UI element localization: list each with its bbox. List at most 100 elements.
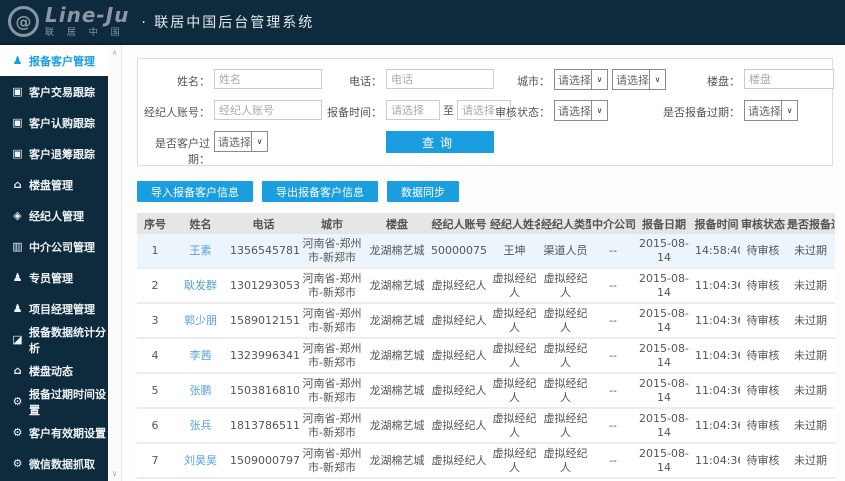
table-cell: 未过期	[786, 234, 835, 269]
table-cell: --	[591, 303, 635, 339]
sidebar-item-agent-mgmt[interactable]: ◈ 经纪人管理	[0, 200, 108, 231]
export-customers-button[interactable]: 导出报备客户信息	[262, 181, 378, 202]
customer-name-link[interactable]: 耿发群	[173, 268, 228, 304]
at-icon: @	[8, 6, 39, 37]
sidebar-item-label: 报备客户管理	[29, 54, 95, 68]
table-row[interactable]: 2耿发群13012930531河南省-郑州市-新郑市龙湖棉艺城虚拟经纪人虚拟经纪…	[137, 268, 835, 304]
customer-expired-value: 请选择	[218, 135, 251, 149]
table-cell: 2015-08-14	[635, 234, 693, 269]
sidebar: ♟ 报备客户管理 ▣ 客户交易跟踪 ▣ 客户认购跟踪 ▣ 客户退筹跟踪 ⌂ 楼盘管理 ◈ 经纪人管理 ▥…	[0, 45, 108, 481]
city-province-select[interactable]: 请选择 ∨	[554, 69, 608, 90]
sidebar-item-report-customer-mgmt[interactable]: ♟ 报备客户管理	[0, 45, 108, 76]
name-label: 姓名：	[177, 75, 210, 88]
table-cell: 2015-08-14	[635, 408, 693, 444]
stack-icon: ▣	[12, 85, 23, 98]
column-header: 电话	[228, 213, 299, 234]
table-body: 1王素13565457812河南省-郑州市-新郑市龙湖棉艺城50000075王坤…	[137, 234, 835, 481]
sidebar-item-property-mgmt[interactable]: ⌂ 楼盘管理	[0, 169, 108, 200]
table-cell: 龙湖棉艺城	[365, 338, 429, 374]
table-row[interactable]: 1王素13565457812河南省-郑州市-新郑市龙湖棉艺城50000075王坤…	[137, 234, 835, 269]
sidebar-item-label: 微信数据抓取	[29, 457, 95, 471]
property-input[interactable]	[744, 69, 834, 89]
table-cell: 虚拟经纪人	[489, 338, 540, 374]
customer-expired-select[interactable]: 请选择 ∨	[214, 131, 268, 152]
sidebar-item-label: 经纪人管理	[29, 209, 84, 223]
query-button[interactable]: 查询	[386, 131, 494, 153]
scroll-up-icon[interactable]: ∧	[112, 48, 118, 57]
sidebar-item-customer-refund-track[interactable]: ▣ 客户退筹跟踪	[0, 138, 108, 169]
table-row[interactable]: 7刘昊昊15090007970河南省-郑州市-新郑市龙湖棉艺城虚拟经纪人虚拟经纪…	[137, 443, 835, 479]
audit-status-select[interactable]: 请选择 ∨	[554, 100, 608, 121]
sidebar-item-label: 项目经理管理	[29, 302, 95, 316]
table-cell: 11:04:36	[693, 443, 740, 479]
phone-input[interactable]	[386, 69, 494, 89]
customer-name-link[interactable]: 李茜	[173, 338, 228, 374]
table-cell: 13012930531	[228, 268, 299, 304]
table-cell: 11:04:36	[693, 373, 740, 409]
table-row[interactable]: 4李茜13239963414河南省-郑州市-新郑市龙湖棉艺城虚拟经纪人虚拟经纪人…	[137, 338, 835, 374]
report-expired-value: 请选择	[748, 104, 781, 118]
report-time-label: 报备时间：	[327, 106, 382, 119]
sidebar-item-label: 专员管理	[29, 271, 73, 285]
sidebar-item-agency-mgmt[interactable]: ▥ 中介公司管理	[0, 231, 108, 262]
sidebar-scrollbar[interactable]: ∧ ∨	[108, 45, 122, 481]
import-customers-button[interactable]: 导入报备客户信息	[137, 181, 253, 202]
table-cell: 2015-08-14	[635, 268, 693, 304]
table-cell: 王坤	[489, 234, 540, 269]
column-header: 中介公司	[591, 213, 635, 234]
sidebar-item-report-data-analysis[interactable]: ◪ 报备数据统计分析	[0, 324, 108, 355]
sidebar-item-wechat-data-capture[interactable]: ⚙ 微信数据抓取	[0, 448, 108, 479]
table-cell: 虚拟经纪人	[489, 268, 540, 304]
table-cell: 11:04:36	[693, 408, 740, 444]
column-header: 是否报备过期	[786, 213, 835, 234]
sidebar-item-label: 楼盘管理	[29, 178, 73, 192]
gear-icon: ⚙	[12, 395, 23, 408]
table-cell: 4	[137, 338, 173, 374]
customer-name-link[interactable]: 张兵	[173, 408, 228, 444]
table-row[interactable]: 6张兵18137865115河南省-郑州市-新郑市龙湖棉艺城虚拟经纪人虚拟经纪人…	[137, 408, 835, 444]
chevron-down-icon: ∨	[251, 132, 267, 151]
sidebar-item-property-news[interactable]: ⌂ 楼盘动态	[0, 355, 108, 386]
building-icon: ⌂	[13, 364, 22, 377]
sidebar-item-label: 客户有效期设置	[29, 426, 106, 440]
filter-row-3: 是否客户过期： 请选择 ∨ 查询	[138, 131, 832, 166]
table-row[interactable]: 3郭少朋15890121510河南省-郑州市-新郑市龙湖棉艺城虚拟经纪人虚拟经纪…	[137, 303, 835, 339]
office-icon: ▥	[12, 240, 23, 253]
customer-name-link[interactable]: 刘昊昊	[173, 443, 228, 479]
sidebar-item-specialist-mgmt[interactable]: ♟ 专员管理	[0, 262, 108, 293]
table-row[interactable]: 5张鹏15038168105河南省-郑州市-新郑市龙湖棉艺城虚拟经纪人虚拟经纪人…	[137, 373, 835, 409]
customer-name-link[interactable]: 王素	[173, 234, 228, 269]
table-cell: 11:04:36	[693, 338, 740, 374]
table-header-row: 序号 姓名 电话 城市 楼盘 经纪人账号 经纪人姓名 经纪人类型 中介公司 报备日期 报备时间 审核状…	[137, 213, 835, 234]
table-cell: 河南省-郑州市-新郑市	[299, 408, 365, 444]
column-header: 姓名	[173, 213, 228, 234]
customer-name-link[interactable]: 郭少朋	[173, 303, 228, 339]
customer-name-link[interactable]: 张鹏	[173, 373, 228, 409]
chevron-down-icon: ∨	[591, 70, 607, 89]
chart-icon: ◪	[12, 333, 23, 346]
report-time-from-input[interactable]	[386, 100, 440, 120]
sidebar-item-project-manager-mgmt[interactable]: ♟ 项目经理管理	[0, 293, 108, 324]
table-cell: 2015-08-14	[635, 303, 693, 339]
table-cell: 龙湖棉艺城	[365, 268, 429, 304]
sidebar-item-customer-subscribe-track[interactable]: ▣ 客户认购跟踪	[0, 107, 108, 138]
table-cell: 龙湖棉艺城	[365, 373, 429, 409]
sidebar-item-customer-validity-settings[interactable]: ⚙ 客户有效期设置	[0, 417, 108, 448]
table-cell: 50000075	[429, 234, 489, 269]
tag-icon: ◈	[13, 209, 22, 222]
table-cell: 2015-08-14	[635, 373, 693, 409]
report-expired-select[interactable]: 请选择 ∨	[744, 100, 798, 121]
agent-account-input[interactable]	[214, 100, 322, 120]
data-sync-button[interactable]: 数据同步	[387, 181, 459, 202]
table-cell: --	[591, 338, 635, 374]
report-customers-table: 序号 姓名 电话 城市 楼盘 经纪人账号 经纪人姓名 经纪人类型 中介公司 报备日期 报备时间 审核状…	[137, 213, 835, 481]
table-cell: 待审核	[740, 443, 786, 479]
gear-icon: ⚙	[12, 426, 23, 439]
column-header: 城市	[299, 213, 365, 234]
sidebar-item-report-expiry-settings[interactable]: ⚙ 报备过期时间设置	[0, 386, 108, 417]
name-input[interactable]	[214, 69, 322, 89]
table-cell: 龙湖棉艺城	[365, 408, 429, 444]
scroll-down-icon[interactable]: ∨	[112, 469, 118, 478]
sidebar-item-customer-transaction-track[interactable]: ▣ 客户交易跟踪	[0, 76, 108, 107]
table-cell: --	[591, 268, 635, 304]
